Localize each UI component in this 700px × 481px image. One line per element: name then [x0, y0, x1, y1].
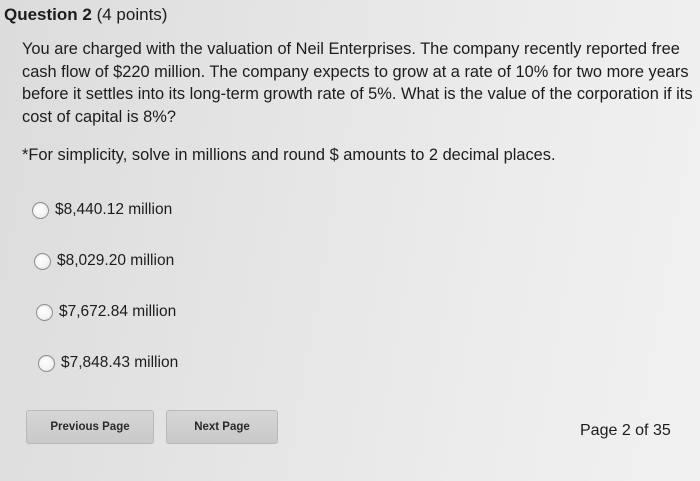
- radio-button-icon[interactable]: [38, 354, 55, 372]
- quiz-page: Question 2 (4 points) You are charged wi…: [0, 0, 700, 481]
- question-note: *For simplicity, solve in millions and r…: [22, 146, 556, 164]
- radio-button-icon[interactable]: [36, 303, 53, 321]
- answer-option-1[interactable]: $8,440.12 million: [32, 200, 172, 220]
- answer-option-label: $8,029.20 million: [57, 252, 175, 269]
- answer-option-label: $7,848.43 million: [61, 354, 179, 371]
- page-indicator: Page 2 of 35: [580, 422, 671, 439]
- answer-option-3[interactable]: $7,672.84 million: [36, 302, 176, 322]
- radio-button-icon[interactable]: [34, 252, 51, 270]
- question-text: You are charged with the valuation of Ne…: [22, 40, 693, 126]
- answer-option-4[interactable]: $7,848.43 million: [38, 353, 178, 373]
- previous-page-button[interactable]: Previous Page: [26, 410, 154, 444]
- answer-option-label: $8,440.12 million: [55, 201, 173, 218]
- next-page-button[interactable]: Next Page: [166, 410, 278, 444]
- radio-button-icon[interactable]: [32, 201, 49, 219]
- question-points: (4 points): [96, 5, 168, 24]
- answer-option-2[interactable]: $8,029.20 million: [34, 251, 174, 271]
- question-header: Question 2 (4 points): [4, 4, 167, 26]
- answer-option-label: $7,672.84 million: [59, 303, 177, 320]
- question-number: Question 2: [4, 5, 92, 24]
